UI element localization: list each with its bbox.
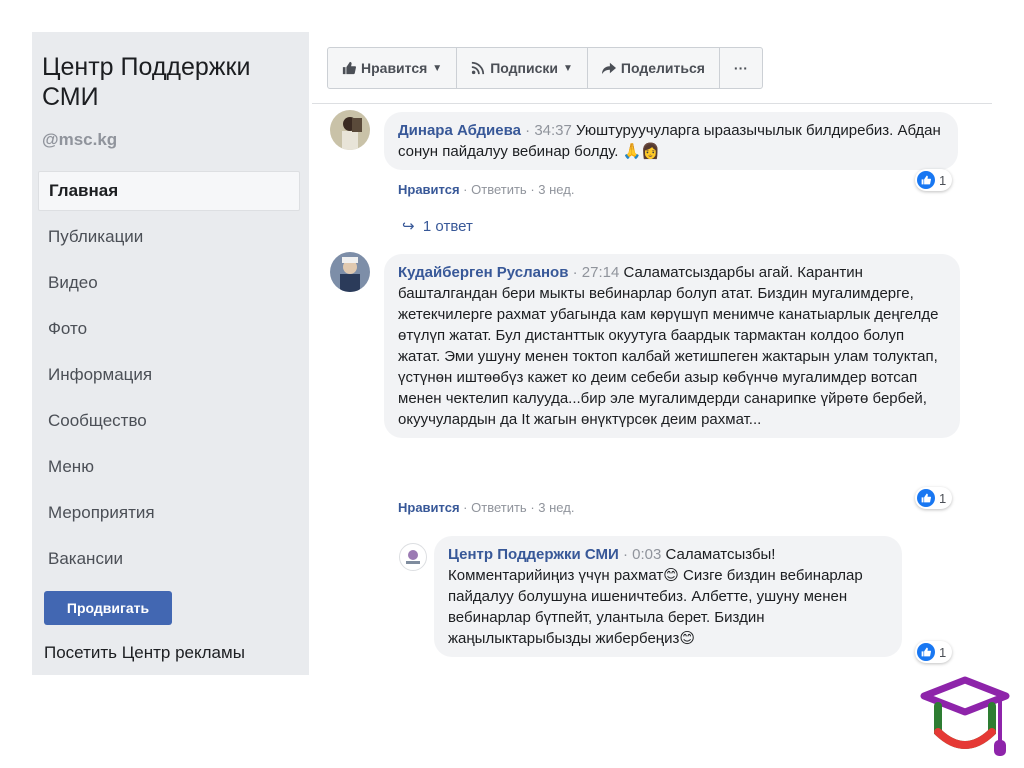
avatar[interactable] (330, 110, 370, 150)
sidebar-item-events[interactable]: Мероприятия (38, 493, 300, 533)
page-share-label: Поделиться (620, 60, 705, 76)
share-arrow-icon (601, 62, 616, 75)
avatar[interactable] (330, 252, 370, 292)
page-follow-button[interactable]: Подписки ▼ (457, 48, 588, 88)
comment-like-link[interactable]: Нравится (398, 182, 460, 197)
view-replies-link[interactable]: ↪ 1 ответ (402, 217, 473, 235)
sidebar-nav: Главная Публикации Видео Фото Информация… (38, 171, 300, 585)
comment-reply-link[interactable]: Ответить (471, 500, 527, 515)
sidebar-item-menu[interactable]: Меню (38, 447, 300, 487)
rss-icon (471, 61, 485, 75)
page-like-label: Нравится (361, 60, 428, 76)
page-follow-label: Подписки (490, 60, 558, 76)
page-share-button[interactable]: Поделиться (588, 48, 720, 88)
comment-author[interactable]: Кудайберген Русланов (398, 264, 568, 281)
comment-reply-link[interactable]: Ответить (471, 182, 527, 197)
reaction-number: 1 (939, 490, 947, 506)
reaction-number: 1 (939, 644, 947, 660)
sidebar-item-photos[interactable]: Фото (38, 309, 300, 349)
avatar[interactable] (399, 543, 427, 571)
page-title[interactable]: Центр Поддержки СМИ (42, 52, 302, 112)
sidebar-item-home[interactable]: Главная (38, 171, 300, 211)
page-more-button[interactable]: ··· (720, 48, 762, 88)
more-dots-icon: ··· (733, 60, 748, 76)
reply-arrow-icon: ↪ (402, 218, 415, 235)
like-reaction-icon (917, 643, 935, 661)
praying-hands-emoji-icon: 🙏 (622, 143, 642, 160)
page-handle[interactable]: @msc.kg (42, 130, 117, 150)
chevron-down-icon: ▼ (432, 62, 443, 74)
page-sidebar: Центр Поддержки СМИ @msc.kg Главная Публ… (32, 32, 309, 675)
reaction-count[interactable]: 1 (915, 169, 953, 191)
comment-timestamp[interactable]: 0:03 (632, 546, 661, 563)
sidebar-item-community[interactable]: Сообщество (38, 401, 300, 441)
comment-like-link[interactable]: Нравится (398, 500, 460, 515)
header-divider (312, 103, 992, 104)
chevron-down-icon: ▼ (562, 62, 573, 74)
sidebar-item-videos[interactable]: Видео (38, 263, 300, 303)
reaction-count[interactable]: 1 (915, 487, 953, 509)
comment-text: Саламатсыздарбы агай. Карантин башталган… (398, 264, 939, 428)
comment-actions: Нравится · Ответить · 3 нед. (398, 500, 575, 515)
ads-center-link[interactable]: Посетить Центр рекламы (44, 643, 245, 663)
replies-count-label: 1 ответ (422, 218, 473, 235)
page-action-bar: Нравится ▼ Подписки ▼ Поделиться ··· (327, 47, 763, 89)
like-reaction-icon (917, 489, 935, 507)
promote-button[interactable]: Продвигать (44, 591, 172, 625)
comment-bubble: Кудайберген Русланов · 27:14 Саламатсызд… (384, 254, 960, 438)
comment-author[interactable]: Динара Абдиева (398, 122, 521, 139)
page-like-button[interactable]: Нравится ▼ (328, 48, 458, 88)
comment-timestamp[interactable]: 34:37 (534, 122, 572, 139)
sidebar-item-posts[interactable]: Публикации (38, 217, 300, 257)
graduation-cap-logo-icon (920, 676, 1010, 756)
sidebar-item-about[interactable]: Информация (38, 355, 300, 395)
thumbs-up-icon (342, 61, 356, 75)
sidebar-item-jobs[interactable]: Вакансии (38, 539, 300, 579)
comment-author[interactable]: Центр Поддержки СМИ (448, 546, 619, 563)
woman-emoji-icon: 👩 (641, 143, 661, 160)
reaction-count[interactable]: 1 (915, 641, 953, 663)
reply-bubble: Центр Поддержки СМИ · 0:03 Саламатсызбы!… (434, 536, 902, 657)
like-reaction-icon (917, 171, 935, 189)
comment-timestamp[interactable]: 27:14 (582, 264, 620, 281)
comment-actions: Нравится · Ответить · 3 нед. (398, 182, 575, 197)
comment-bubble: Динара Абдиева · 34:37 Уюштуруучуларга ы… (384, 112, 958, 170)
comment-age[interactable]: 3 нед. (538, 182, 574, 197)
reaction-number: 1 (939, 172, 947, 188)
comment-age[interactable]: 3 нед. (538, 500, 574, 515)
